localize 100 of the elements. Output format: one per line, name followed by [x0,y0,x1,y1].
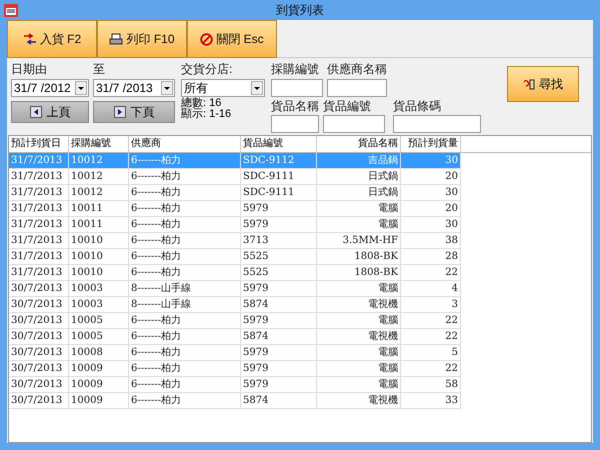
previous-page-button[interactable]: 上頁 [11,101,89,123]
table-cell: 58 [401,377,461,392]
table-cell: 10010 [69,233,129,248]
table-cell: 10005 [69,313,129,328]
column-header[interactable]: 採購編號 [69,136,129,152]
total-count: 總數: 16 [181,98,222,109]
table-row[interactable]: 31/7/2013 10011 6-------柏力 5979 電腦 20 [9,201,461,217]
po-number-field[interactable] [271,79,323,97]
table-cell: 4 [401,281,461,296]
table-cell: 1808-BK [317,265,401,280]
column-header[interactable]: 貨品編號 [241,136,317,152]
table-row[interactable]: 30/7/2013 10009 6-------柏力 5874 電視機 33 [9,393,461,409]
prohibited-icon [200,32,214,46]
table-row[interactable]: 30/7/2013 10003 8-------山手線 5874 電視機 3 [9,297,461,313]
column-header[interactable]: 預計到貨量 [401,136,461,152]
table-cell: 5 [401,345,461,360]
app-icon [4,4,18,16]
table-row[interactable]: 31/7/2013 10010 6-------柏力 5525 1808-BK 28 [9,249,461,265]
dropdown-icon [251,81,263,95]
table-cell: 30 [401,217,461,232]
toolbar-button[interactable]: 入貨 F2 [7,20,97,58]
table-cell: 33 [401,393,461,408]
barcode-field[interactable] [393,115,481,133]
table-row[interactable]: 31/7/2013 10010 6-------柏力 3713 3.5MM-HF 38 [9,233,461,249]
search-button[interactable]: 尋找 [507,66,579,102]
supplier-name-field[interactable] [327,79,387,97]
table-cell: 6-------柏力 [129,345,241,360]
table-cell: 6-------柏力 [129,153,241,168]
table-cell: 5979 [241,313,317,328]
table-cell: 30/7/2013 [9,281,69,296]
table-cell: 30/7/2013 [9,361,69,376]
table-row[interactable]: 30/7/2013 10005 6-------柏力 5874 電視機 22 [9,329,461,345]
table-cell: 20 [401,169,461,184]
date-to-picker[interactable]: 31/7 /2013 [93,79,175,97]
table-cell: 22 [401,329,461,344]
table-cell: 30/7/2013 [9,377,69,392]
table-cell: 20 [401,201,461,216]
table-cell: 10012 [69,169,129,184]
table-cell: 電視機 [317,297,401,312]
table-row[interactable]: 31/7/2013 10011 6-------柏力 5979 電腦 30 [9,217,461,233]
column-header[interactable]: 貨品名稱 [317,136,401,152]
branch-label: 交貨分店: [181,62,234,76]
product-name-field[interactable] [271,115,319,133]
branch-dropdown[interactable]: 所有 [181,79,265,97]
column-header[interactable]: 預計到貨日 [9,136,69,152]
table-cell: 6-------柏力 [129,249,241,264]
table-row[interactable]: 30/7/2013 10003 8-------山手線 5979 電腦 4 [9,281,461,297]
table-cell: 3.5MM-HF [317,233,401,248]
toolbar-button[interactable]: 關閉 Esc [187,20,277,58]
date-to-label: 至 [93,62,106,76]
column-header[interactable]: 供應商 [129,136,241,152]
table-cell: 3 [401,297,461,312]
table-cell: 電腦 [317,361,401,376]
table-cell: SDC-9111 [241,169,317,184]
table-cell: 38 [401,233,461,248]
table-row[interactable]: 31/7/2013 10012 6-------柏力 SDC-9111 日式鍋 30 [9,185,461,201]
dropdown-icon [75,81,87,95]
table-row[interactable]: 31/7/2013 10012 6-------柏力 SDC-9111 日式鍋 20 [9,169,461,185]
table-cell: 6-------柏力 [129,377,241,392]
table-cell: 6-------柏力 [129,217,241,232]
table-row[interactable]: 30/7/2013 10005 6-------柏力 5979 電腦 22 [9,313,461,329]
table-cell: 10003 [69,281,129,296]
table-cell: 10011 [69,217,129,232]
table-cell: 22 [401,265,461,280]
search-icon [523,78,535,90]
table-cell: 31/7/2013 [9,169,69,184]
date-from-picker[interactable]: 31/7 /2012 [11,79,89,97]
table-cell: 電視機 [317,393,401,408]
window-title: 到貨列表 [276,2,324,19]
table-row[interactable]: 30/7/2013 10008 6-------柏力 5979 電腦 5 [9,345,461,361]
table-cell: 電腦 [317,281,401,296]
table-row[interactable]: 31/7/2013 10010 6-------柏力 5525 1808-BK 22 [9,265,461,281]
table-cell: 30 [401,185,461,200]
table-cell: 30/7/2013 [9,393,69,408]
table-row[interactable]: 30/7/2013 10009 6-------柏力 5979 電腦 58 [9,377,461,393]
table-cell: 5979 [241,361,317,376]
next-page-button[interactable]: 下頁 [93,101,175,123]
table-cell: 31/7/2013 [9,185,69,200]
table-cell: 電腦 [317,217,401,232]
date-from-label: 日期由 [11,62,48,76]
transfer-icon [22,33,37,45]
table-cell: 5979 [241,345,317,360]
table-cell: 3713 [241,233,317,248]
table-cell: 電視機 [317,329,401,344]
product-code-label: 貨品編號 [323,99,372,113]
table-cell: 5979 [241,217,317,232]
table-cell: 31/7/2013 [9,265,69,280]
table-row[interactable]: 30/7/2013 10009 6-------柏力 5979 電腦 22 [9,361,461,377]
po-number-label: 採購編號 [271,62,320,76]
table-cell: 10012 [69,153,129,168]
table-cell: 5874 [241,329,317,344]
table-cell: 5979 [241,377,317,392]
table-cell: 5979 [241,201,317,216]
product-code-field[interactable] [323,115,385,133]
table-cell: 6-------柏力 [129,313,241,328]
table-cell: 6-------柏力 [129,265,241,280]
table-cell: 10010 [69,249,129,264]
table-cell: 電腦 [317,377,401,392]
table-cell: 6-------柏力 [129,361,241,376]
toolbar-button[interactable]: 列印 F10 [97,20,187,58]
